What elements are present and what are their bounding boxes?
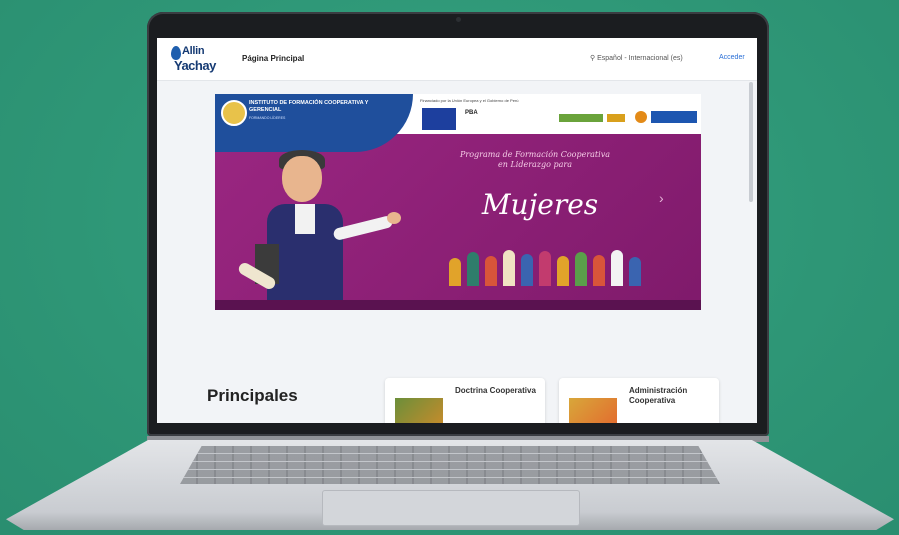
site-header: Allin Yachay Página Principal ⚲ Español … bbox=[157, 38, 757, 81]
pba-logo: PBA bbox=[465, 110, 478, 116]
course-title: Administración Cooperativa bbox=[629, 386, 688, 405]
hero-banner: Financiado por la Unión Europea y el Gob… bbox=[215, 94, 701, 310]
course-card[interactable]: Administración Cooperativa bbox=[559, 378, 719, 423]
hero-subtitle: Programa de Formación Cooperativa en Lid… bbox=[460, 150, 610, 169]
sponsors-text: Financiado por la Unión Europea y el Gob… bbox=[420, 98, 519, 103]
mascot-shirt bbox=[295, 204, 315, 234]
webcam bbox=[456, 17, 461, 22]
mascot-hand bbox=[387, 212, 401, 224]
sponsor-logo-yellow bbox=[607, 114, 625, 122]
laptop-screen: Allin Yachay Página Principal ⚲ Español … bbox=[157, 38, 757, 423]
language-label: Español - Internacional (es) bbox=[597, 55, 683, 62]
institute-name: INSTITUTO DE FORMACIÓN COOPERATIVA Y GER… bbox=[249, 100, 369, 113]
chevron-right-icon[interactable]: › bbox=[659, 190, 664, 206]
keyboard-rows bbox=[180, 446, 720, 484]
institute-banner: INSTITUTO DE FORMACIÓN COOPERATIVA Y GER… bbox=[215, 94, 413, 152]
sponsor-logo-green bbox=[559, 114, 603, 122]
page-scrollbar[interactable] bbox=[749, 82, 753, 202]
institute-tagline: FORMANDO LÍDERES bbox=[249, 116, 286, 120]
laptop-trackpad bbox=[322, 490, 580, 526]
course-card[interactable]: Doctrina Cooperativa bbox=[385, 378, 545, 423]
institute-seal-icon bbox=[221, 100, 247, 126]
course-thumbnail bbox=[569, 398, 617, 423]
course-thumbnail bbox=[395, 398, 443, 423]
laptop-lid: Allin Yachay Página Principal ⚲ Español … bbox=[147, 12, 769, 436]
location-pin-icon: ⚲ bbox=[590, 55, 596, 62]
hero-title: Mujeres bbox=[481, 188, 599, 221]
eu-flag-icon bbox=[422, 108, 456, 130]
sponsor-logo-blue bbox=[651, 111, 697, 123]
site-logo[interactable]: Allin Yachay bbox=[171, 44, 219, 76]
hero-band bbox=[215, 300, 701, 310]
course-title: Doctrina Cooperativa bbox=[455, 386, 536, 395]
login-link[interactable]: Acceder bbox=[719, 54, 745, 61]
logo-line1: Allin bbox=[182, 45, 205, 57]
nav-home-link[interactable]: Página Principal bbox=[242, 54, 304, 63]
logo-line2: Yachay bbox=[174, 58, 216, 73]
mascot-head bbox=[282, 156, 322, 202]
women-illustration bbox=[445, 244, 655, 286]
section-title: Principales bbox=[207, 386, 298, 405]
language-selector[interactable]: ⚲ Español - Internacional (es) bbox=[590, 54, 683, 62]
sponsor-logo-circle bbox=[635, 111, 647, 123]
